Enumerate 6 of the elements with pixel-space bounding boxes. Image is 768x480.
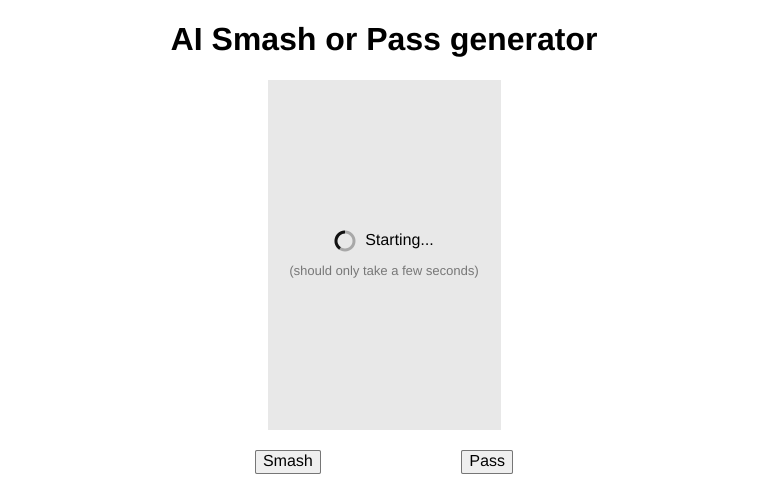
status-hint: (should only take a few seconds) (289, 262, 479, 280)
loading-spinner-icon (334, 230, 356, 252)
pass-button[interactable]: Pass (461, 450, 513, 474)
page-title: AI Smash or Pass generator (170, 20, 598, 59)
status-label: Starting... (365, 231, 434, 252)
smash-button[interactable]: Smash (255, 450, 321, 474)
